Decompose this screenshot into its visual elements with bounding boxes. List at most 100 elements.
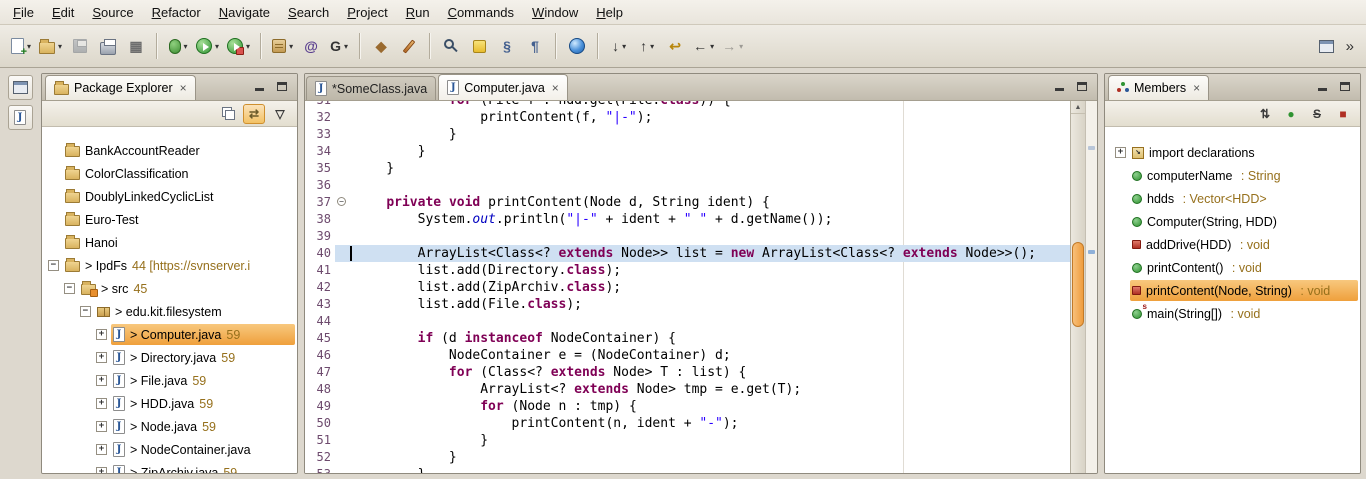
minimize-button[interactable]	[1051, 79, 1067, 93]
hide-static-members-button[interactable]: S	[1306, 104, 1328, 124]
close-icon[interactable]: ×	[1193, 81, 1200, 95]
build-button[interactable]: ▦	[123, 32, 149, 60]
code-line-37[interactable]: 37− private void printContent(Node d, St…	[305, 194, 1070, 211]
dropdown-arrow-icon[interactable]: ▾	[710, 42, 714, 51]
annotation-marker[interactable]	[1088, 250, 1095, 254]
code-line-33[interactable]: 33 }	[305, 126, 1070, 143]
tree-item-node-java[interactable]: +> Node.java59	[42, 415, 297, 438]
code-line-44[interactable]: 44	[305, 313, 1070, 330]
menu-edit[interactable]: Edit	[43, 2, 83, 23]
collapse-all-button[interactable]	[217, 104, 239, 124]
menu-file[interactable]: File	[4, 2, 43, 23]
scrollbar-thumb[interactable]	[1072, 242, 1084, 327]
line-number[interactable]: 34	[305, 143, 335, 160]
tree-item-directory-java[interactable]: +> Directory.java59	[42, 346, 297, 369]
expand-toggle-icon[interactable]: +	[96, 352, 107, 363]
new-java-project-button[interactable]: ▾	[36, 32, 65, 60]
member-computername[interactable]: computerName : String	[1105, 164, 1360, 187]
member-printcontent[interactable]: printContent() : void	[1105, 256, 1360, 279]
show-whitespace-button[interactable]: ¶	[522, 32, 548, 60]
code-line-45[interactable]: 45 if (d instanceof NodeContainer) {	[305, 330, 1070, 347]
restore-view-button[interactable]	[8, 75, 33, 100]
open-type-button[interactable]: ◆	[368, 32, 394, 60]
code-line-43[interactable]: 43 list.add(File.class);	[305, 296, 1070, 313]
code-line-51[interactable]: 51 }	[305, 432, 1070, 449]
tree-item-ziparchiv-java[interactable]: +> ZipArchiv.java59	[42, 461, 297, 473]
expand-toggle-icon[interactable]: +	[1115, 147, 1126, 158]
code-line-41[interactable]: 41 list.add(Directory.class);	[305, 262, 1070, 279]
tree-item-ipdfs[interactable]: −> IpdFs44 [https://svnserver.i	[42, 254, 297, 277]
editor-scrollbar[interactable]: ▲	[1070, 101, 1085, 473]
tree-item-euro-test[interactable]: Euro-Test	[42, 208, 297, 231]
back-button[interactable]: ←▾	[690, 32, 717, 60]
fold-collapse-icon[interactable]: −	[337, 197, 346, 206]
line-number[interactable]: 36	[305, 177, 335, 194]
tree-item-nodecontainer-java[interactable]: +> NodeContainer.java	[42, 438, 297, 461]
line-number[interactable]: 48	[305, 381, 335, 398]
member-import-declarations[interactable]: +↘import declarations	[1105, 141, 1360, 164]
menu-window[interactable]: Window	[523, 2, 587, 23]
minimized-editor-button[interactable]	[8, 105, 33, 130]
tree-item-file-java[interactable]: +> File.java59	[42, 369, 297, 392]
code-line-49[interactable]: 49 for (Node n : tmp) {	[305, 398, 1070, 415]
toolbar-overflow-chevron[interactable]: »	[1342, 38, 1358, 55]
code-line-32[interactable]: 32 printContent(f, "|-");	[305, 109, 1070, 126]
menu-project[interactable]: Project	[338, 2, 396, 23]
dropdown-arrow-icon[interactable]: ▾	[27, 42, 31, 51]
member-printcontent-node-string[interactable]: printContent(Node, String) : void	[1105, 279, 1360, 302]
expand-toggle-icon[interactable]: +	[96, 398, 107, 409]
minimize-button[interactable]	[1314, 79, 1330, 93]
open-browser-button[interactable]	[564, 32, 590, 60]
tree-item-computer-java[interactable]: +> Computer.java59	[42, 323, 297, 346]
line-number[interactable]: 42	[305, 279, 335, 296]
menu-source[interactable]: Source	[83, 2, 142, 23]
debug-button[interactable]: ▾	[165, 32, 191, 60]
tree-item-bankaccountreader[interactable]: BankAccountReader	[42, 139, 297, 162]
line-number[interactable]: 35	[305, 160, 335, 177]
editor-tab-someclass-java[interactable]: *SomeClass.java	[306, 76, 436, 100]
line-number[interactable]: 40	[305, 245, 335, 262]
member-hdds[interactable]: hdds : Vector<HDD>	[1105, 187, 1360, 210]
javadoc-button[interactable]: @	[298, 32, 324, 60]
code-line-47[interactable]: 47 for (Class<? extends Node> T : list) …	[305, 364, 1070, 381]
code-editor[interactable]: 31 for (File f : hdd.get(File.class)) {3…	[305, 101, 1070, 473]
dropdown-arrow-icon[interactable]: ▾	[344, 42, 348, 51]
line-number[interactable]: 49	[305, 398, 335, 415]
dropdown-arrow-icon[interactable]: ▾	[739, 42, 743, 51]
collapse-toggle-icon[interactable]: −	[64, 283, 75, 294]
scrollbar-up-arrow[interactable]: ▲	[1071, 101, 1085, 114]
code-line-48[interactable]: 48 ArrayList<? extends Node> tmp = e.get…	[305, 381, 1070, 398]
line-number[interactable]: 41	[305, 262, 335, 279]
line-number[interactable]: 39	[305, 228, 335, 245]
next-annotation-button[interactable]: ↓▾	[606, 32, 632, 60]
line-number[interactable]: 33	[305, 126, 335, 143]
mark-occurrences-button[interactable]	[466, 32, 492, 60]
close-icon[interactable]: ×	[180, 81, 187, 95]
prev-annotation-button[interactable]: ↑▾	[634, 32, 660, 60]
dropdown-arrow-icon[interactable]: ▾	[184, 42, 188, 51]
line-number[interactable]: 44	[305, 313, 335, 330]
dropdown-arrow-icon[interactable]: ▾	[650, 42, 654, 51]
last-edit-location-button[interactable]: ↩	[662, 32, 688, 60]
code-line-36[interactable]: 36	[305, 177, 1070, 194]
menu-run[interactable]: Run	[397, 2, 439, 23]
code-line-53[interactable]: 53 }	[305, 466, 1070, 473]
show-selected-element-button[interactable]: §	[494, 32, 520, 60]
member-computer-string-hdd[interactable]: Computer(String, HDD)	[1105, 210, 1360, 233]
tree-item-src[interactable]: −> src45	[42, 277, 297, 300]
package-explorer-tab[interactable]: Package Explorer ×	[45, 75, 196, 100]
collapse-toggle-icon[interactable]: −	[80, 306, 91, 317]
hide-non-public-members-button[interactable]: ■	[1332, 104, 1354, 124]
menu-help[interactable]: Help	[587, 2, 632, 23]
line-number[interactable]: 52	[305, 449, 335, 466]
code-line-40[interactable]: 40 ArrayList<Class<? extends Node>> list…	[305, 245, 1070, 262]
expand-toggle-icon[interactable]: +	[96, 421, 107, 432]
dropdown-arrow-icon[interactable]: ▾	[246, 42, 250, 51]
code-line-50[interactable]: 50 printContent(n, ident + "-");	[305, 415, 1070, 432]
annotation-marker[interactable]	[1088, 146, 1095, 150]
tree-item-doublylinkedcycliclist[interactable]: DoublyLinkedCyclicList	[42, 185, 297, 208]
link-with-editor-button[interactable]: ⇄	[243, 104, 265, 124]
menu-refactor[interactable]: Refactor	[143, 2, 210, 23]
tree-item-colorclassification[interactable]: ColorClassification	[42, 162, 297, 185]
line-number[interactable]: 50	[305, 415, 335, 432]
